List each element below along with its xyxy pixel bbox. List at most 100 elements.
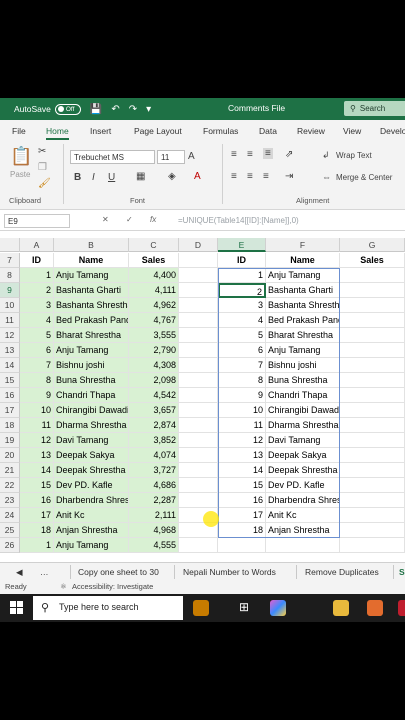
empty-cell[interactable] (179, 328, 218, 343)
spill-cell[interactable]: 8 (218, 373, 266, 388)
spill-cell[interactable]: Bharat Shrestha (266, 328, 340, 343)
spill-cell[interactable]: 18 (218, 523, 266, 538)
redo-icon[interactable]: ↷ (129, 104, 137, 115)
sheet-tab[interactable]: Nepali Number to Words (183, 567, 276, 577)
table-cell[interactable]: 3,852 (129, 433, 179, 448)
table-cell[interactable]: Deepak Shrestha (54, 463, 129, 478)
spill-cell[interactable]: Bashanta Shrestha (266, 298, 340, 313)
table-cell[interactable]: 12 (20, 433, 54, 448)
underline-button[interactable]: U (108, 172, 115, 183)
empty-cell[interactable] (179, 253, 218, 268)
taskbar-search[interactable]: ⚲ Type here to search (33, 596, 183, 620)
table-cell[interactable]: 2,874 (129, 418, 179, 433)
tab-file[interactable]: File (12, 126, 26, 136)
table-cell[interactable]: Chandri Thapa (54, 388, 129, 403)
empty-cell[interactable] (179, 343, 218, 358)
tab-insert[interactable]: Insert (90, 126, 111, 136)
undo-icon[interactable]: ↶ (111, 104, 119, 115)
table-cell[interactable]: 4,074 (129, 448, 179, 463)
row-header[interactable]: 11 (0, 313, 20, 328)
table-cell[interactable]: 4,962 (129, 298, 179, 313)
empty-cell[interactable] (340, 418, 405, 433)
table-cell[interactable]: Chirangibi Dawadi (54, 403, 129, 418)
tab-view[interactable]: View (343, 126, 361, 136)
table-cell[interactable]: 4,686 (129, 478, 179, 493)
column-header[interactable]: C (129, 238, 179, 252)
empty-cell[interactable] (179, 298, 218, 313)
fill-color-icon[interactable]: ◈ (168, 171, 176, 182)
table-cell[interactable]: 15 (20, 478, 54, 493)
empty-cell[interactable] (340, 448, 405, 463)
table-cell[interactable]: 7 (20, 358, 54, 373)
table-cell[interactable]: 2,111 (129, 508, 179, 523)
app-icon[interactable] (367, 600, 383, 616)
empty-cell[interactable] (218, 538, 266, 553)
table-cell[interactable]: 10 (20, 403, 54, 418)
table-cell[interactable]: 4,555 (129, 538, 179, 553)
header-cell[interactable]: Name (54, 253, 129, 268)
row-header[interactable]: 18 (0, 418, 20, 433)
app-icon[interactable] (398, 600, 405, 616)
briefcase-icon[interactable] (193, 600, 209, 616)
table-cell[interactable]: 13 (20, 448, 54, 463)
empty-cell[interactable] (340, 388, 405, 403)
table-cell[interactable]: 4,400 (129, 268, 179, 283)
table-cell[interactable]: Bashanta Gharti (54, 283, 129, 298)
formula-input[interactable]: =UNIQUE(Table14[[ID]:[Name]],0) (178, 216, 299, 225)
spill-cell[interactable]: 3 (218, 298, 266, 313)
empty-cell[interactable] (340, 343, 405, 358)
row-header[interactable]: 22 (0, 478, 20, 493)
cut-icon[interactable]: ✂ (38, 146, 46, 157)
orientation-icon[interactable]: ⇗ (285, 149, 293, 160)
table-cell[interactable]: Dharbendra Shrestha (54, 493, 129, 508)
row-header[interactable]: 12 (0, 328, 20, 343)
table-cell[interactable]: 4,767 (129, 313, 179, 328)
function-icon[interactable]: fx (150, 215, 156, 224)
table-cell[interactable]: Dharma Shrestha (54, 418, 129, 433)
search-box[interactable]: ⚲ Search (344, 101, 405, 116)
empty-cell[interactable] (340, 373, 405, 388)
accessibility-icon[interactable]: ⚛ (60, 582, 67, 591)
align-right-icon[interactable]: ≡ (263, 171, 269, 182)
align-center-icon[interactable]: ≡ (247, 171, 253, 182)
column-header[interactable]: B (54, 238, 129, 252)
header-cell[interactable]: Name (266, 253, 340, 268)
table-cell[interactable]: 4,308 (129, 358, 179, 373)
merge-icon[interactable]: ⇔ (322, 172, 331, 182)
tab-developer[interactable]: Develo (380, 126, 405, 136)
empty-cell[interactable] (179, 268, 218, 283)
empty-cell[interactable] (340, 283, 405, 298)
copilot-icon[interactable] (270, 600, 286, 616)
empty-cell[interactable] (179, 478, 218, 493)
empty-cell[interactable] (179, 463, 218, 478)
table-cell[interactable]: 3 (20, 298, 54, 313)
table-cell[interactable]: 4,542 (129, 388, 179, 403)
row-header[interactable]: 16 (0, 388, 20, 403)
copy-icon[interactable]: ❐ (38, 162, 47, 173)
spill-cell[interactable]: Dev PD. Kafle (266, 478, 340, 493)
accessibility-status[interactable]: Accessibility: Investigate (72, 582, 153, 591)
table-cell[interactable]: 11 (20, 418, 54, 433)
active-cell[interactable]: 2 (218, 283, 266, 298)
table-cell[interactable]: Davi Tamang (54, 433, 129, 448)
name-box[interactable]: E9 (4, 214, 70, 228)
italic-button[interactable]: I (92, 172, 95, 183)
table-cell[interactable]: 1 (20, 538, 54, 553)
table-cell[interactable]: Bishnu joshi (54, 358, 129, 373)
format-painter-icon[interactable]: 🖌 (38, 178, 51, 189)
table-cell[interactable]: Anju Tamang (54, 538, 129, 553)
table-cell[interactable]: 6 (20, 343, 54, 358)
paste-icon[interactable]: 📋 (10, 146, 32, 167)
borders-icon[interactable]: ▦ (136, 171, 145, 182)
header-cell[interactable]: ID (218, 253, 266, 268)
spill-cell[interactable]: Buna Shrestha (266, 373, 340, 388)
empty-cell[interactable] (340, 478, 405, 493)
cancel-icon[interactable]: ✕ (102, 215, 109, 224)
spill-cell[interactable]: 11 (218, 418, 266, 433)
empty-cell[interactable] (179, 433, 218, 448)
empty-cell[interactable] (340, 463, 405, 478)
spill-cell[interactable]: Bishnu joshi (266, 358, 340, 373)
empty-cell[interactable] (179, 418, 218, 433)
bold-button[interactable]: B (74, 172, 81, 183)
row-header[interactable]: 17 (0, 403, 20, 418)
